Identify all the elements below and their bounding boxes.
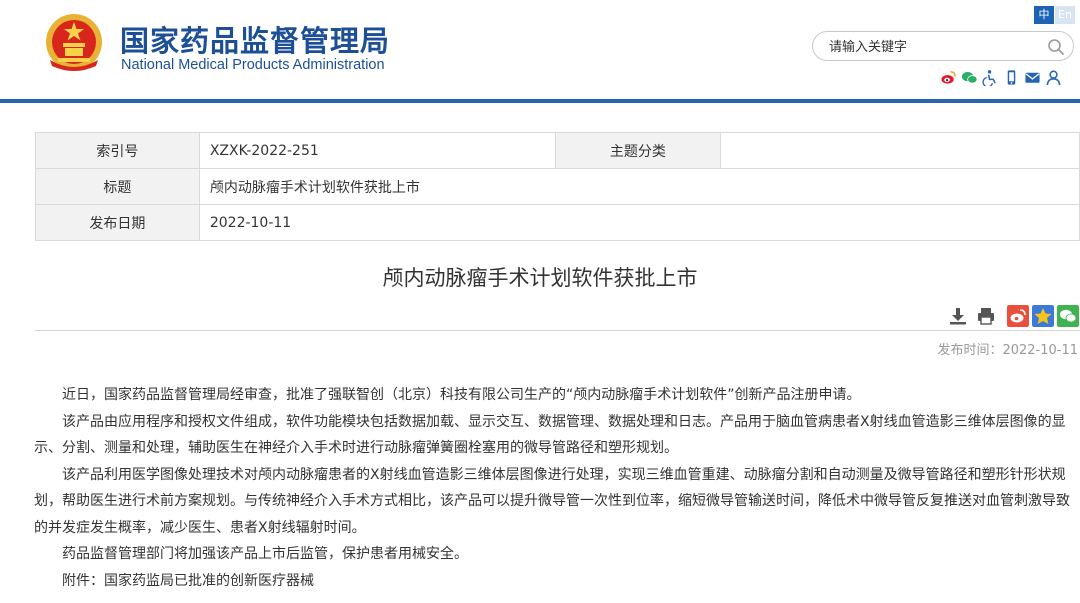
- index-value: XZXK-2022-251: [198, 132, 556, 169]
- accessibility-icon[interactable]: [982, 69, 999, 86]
- paragraph: 近日，国家药品监督管理局经审查，批准了强联智创（北京）科技有限公司生产的“颅内动…: [62, 387, 861, 403]
- paragraph: 药品监督管理部门将加强该产品上市后监管，保护患者用械安全。: [62, 546, 468, 562]
- table-row: 标题 颅内动脉瘤手术计划软件获批上市: [35, 168, 1080, 205]
- weibo-share-icon[interactable]: [1007, 305, 1029, 327]
- paragraph: 该产品利用医学图像处理技术对颅内动脉瘤患者的X射线血管造影三维体层图像进行处理，…: [34, 466, 1070, 536]
- favorite-share-icon[interactable]: [1032, 305, 1054, 327]
- article-title: 颅内动脉瘤手术计划软件获批上市: [382, 266, 698, 290]
- wechat-icon[interactable]: [961, 69, 978, 86]
- print-icon[interactable]: [976, 306, 996, 326]
- table-row: 索引号 XZXK-2022-251 主题分类: [35, 132, 1080, 169]
- lang-switch-zh[interactable]: 中: [1034, 6, 1054, 24]
- search-icon[interactable]: [1047, 38, 1065, 56]
- attachment-link[interactable]: 附件：国家药监局已批准的创新医疗器械: [34, 568, 1080, 595]
- social-links: [940, 68, 1062, 86]
- title-label: 标题: [35, 168, 200, 205]
- site-title-en[interactable]: National Medical Products Administration: [121, 57, 385, 73]
- search-box: [812, 31, 1074, 61]
- site-title-cn[interactable]: 国家药品监督管理局: [120, 18, 390, 60]
- header-divider: [0, 99, 1080, 103]
- wechat-share-icon[interactable]: [1057, 305, 1079, 327]
- national-emblem-icon[interactable]: [44, 12, 104, 72]
- email-icon[interactable]: [1024, 69, 1041, 86]
- index-label: 索引号: [35, 132, 200, 169]
- weibo-icon[interactable]: [940, 69, 957, 86]
- table-row: 发布日期 2022-10-11: [35, 204, 1080, 241]
- mobile-icon[interactable]: [1003, 69, 1020, 86]
- topic-label: 主题分类: [554, 132, 722, 169]
- lang-switch-en[interactable]: En: [1055, 6, 1075, 24]
- share-tools: [1007, 305, 1079, 327]
- title-divider: [35, 330, 1080, 331]
- article-body: 近日，国家药品监督管理局经审查，批准了强联智创（北京）科技有限公司生产的“颅内动…: [34, 382, 1080, 594]
- site-header: 国家药品监督管理局 National Medical Products Admi…: [0, 0, 1080, 100]
- download-icon[interactable]: [948, 306, 968, 326]
- date-label: 发布日期: [35, 204, 200, 241]
- search-input[interactable]: [829, 38, 1039, 56]
- publish-time: 发布时间：2022-10-11: [937, 343, 1078, 358]
- title-value: 颅内动脉瘤手术计划软件获批上市: [198, 168, 1080, 205]
- paragraph: 该产品由应用程序和授权文件组成，软件功能模块包括数据加载、显示交互、数据管理、数…: [34, 413, 1066, 457]
- date-value: 2022-10-11: [198, 204, 1080, 241]
- topic-value: [720, 132, 1080, 169]
- article-tools: [948, 305, 996, 327]
- article-meta-table: 索引号 XZXK-2022-251 主题分类 标题 颅内动脉瘤手术计划软件获批上…: [35, 132, 1080, 241]
- user-icon[interactable]: [1045, 69, 1062, 86]
